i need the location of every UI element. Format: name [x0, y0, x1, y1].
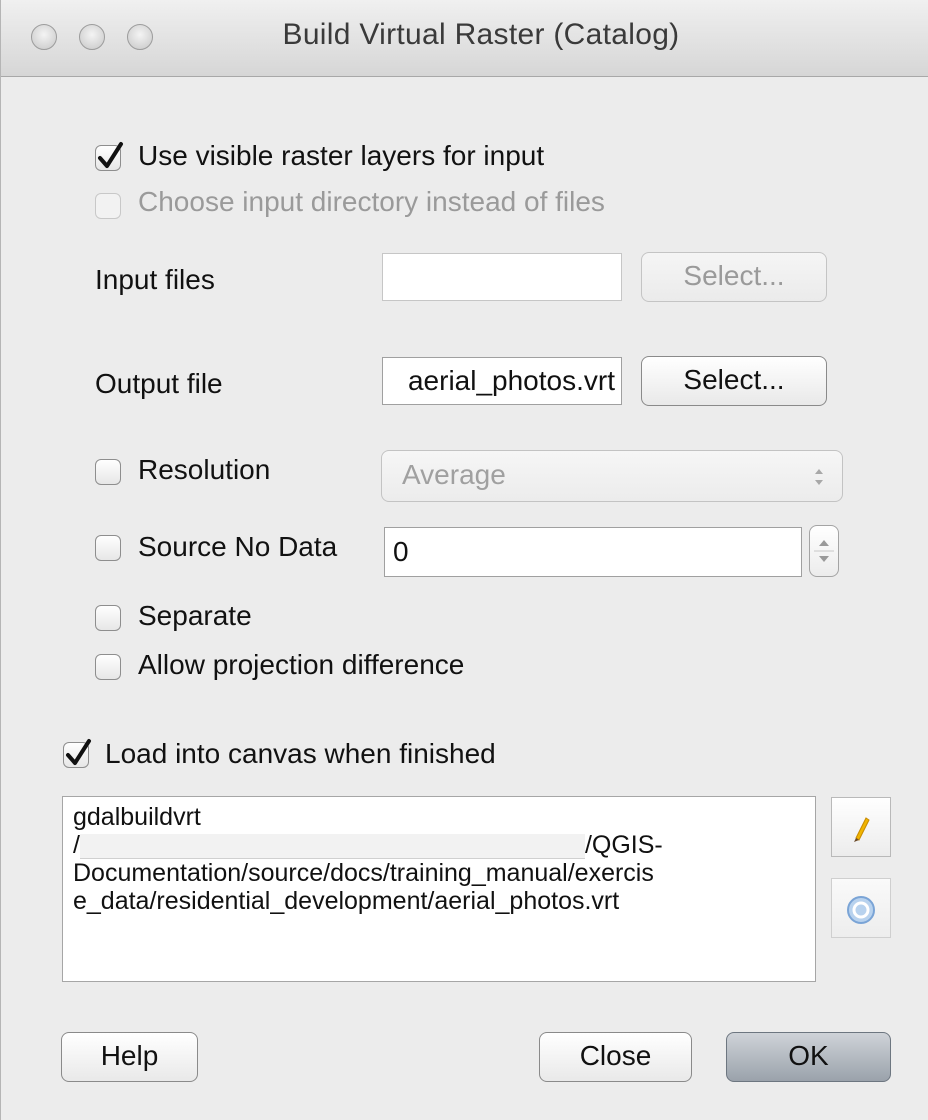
- checkmark-icon: [98, 142, 123, 168]
- load-canvas-checkbox[interactable]: [63, 739, 91, 768]
- resolution-select[interactable]: Average: [381, 450, 843, 502]
- input-directory-label: Choose input directory instead of files: [138, 186, 605, 217]
- load-canvas-label: Load into canvas when finished: [105, 738, 496, 769]
- allow-projection-label: Allow projection difference: [138, 649, 465, 680]
- command-line-2: / /QGIS-: [73, 831, 805, 859]
- separate-checkbox[interactable]: [95, 605, 121, 631]
- separate-label: Separate: [138, 600, 252, 631]
- output-file-label: Output file: [95, 368, 223, 399]
- stepper-arrows-icon: [814, 540, 834, 562]
- close-button[interactable]: Close: [539, 1032, 692, 1082]
- resolution-label: Resolution: [138, 454, 271, 485]
- input-files-field[interactable]: [382, 253, 622, 301]
- input-directory-checkbox[interactable]: [95, 193, 121, 219]
- use-visible-layers-checkbox[interactable]: [95, 142, 123, 171]
- command-textarea[interactable]: gdalbuildvrt / /QGIS- Documentation/sourc…: [62, 796, 816, 982]
- source-nodata-checkbox[interactable]: [95, 535, 121, 561]
- input-files-label: Input files: [95, 264, 215, 295]
- nodata-stepper[interactable]: [809, 525, 839, 577]
- output-file-select-button[interactable]: Select...: [641, 356, 827, 406]
- zoom-window-icon[interactable]: [127, 24, 153, 50]
- use-visible-layers-label: Use visible raster layers for input: [138, 140, 545, 171]
- command-line-4: e_data/residential_development/aerial_ph…: [73, 887, 620, 915]
- edit-command-button[interactable]: [831, 797, 891, 857]
- title-bar: Build Virtual Raster (Catalog): [1, 0, 928, 77]
- allow-projection-checkbox[interactable]: [95, 654, 121, 680]
- dialog-window: Build Virtual Raster (Catalog) Use visib…: [0, 0, 928, 1120]
- minimize-window-icon[interactable]: [79, 24, 105, 50]
- updown-arrows-icon: [815, 469, 823, 485]
- resolution-selected-value: Average: [402, 459, 506, 490]
- ok-button[interactable]: OK: [726, 1032, 891, 1082]
- resolution-checkbox[interactable]: [95, 459, 121, 485]
- source-nodata-label: Source No Data: [138, 531, 338, 562]
- window-title: Build Virtual Raster (Catalog): [282, 18, 680, 51]
- command-path-prefix: /: [73, 831, 80, 859]
- help-button[interactable]: Help: [61, 1032, 198, 1082]
- close-window-icon[interactable]: [31, 24, 57, 50]
- reset-command-button[interactable]: [831, 878, 891, 938]
- command-line-3: Documentation/source/docs/training_manua…: [73, 859, 654, 887]
- command-line-1: gdalbuildvrt: [73, 803, 201, 831]
- output-file-field[interactable]: aerial_photos.vrt: [382, 357, 622, 405]
- command-path-suffix: /QGIS-: [584, 831, 663, 859]
- source-nodata-field[interactable]: 0: [384, 527, 802, 577]
- reset-icon: [847, 896, 875, 924]
- input-files-select-button[interactable]: Select...: [641, 252, 827, 302]
- pencil-icon: [854, 817, 870, 842]
- checkmark-icon: [66, 739, 91, 765]
- redacted-path: [79, 833, 585, 859]
